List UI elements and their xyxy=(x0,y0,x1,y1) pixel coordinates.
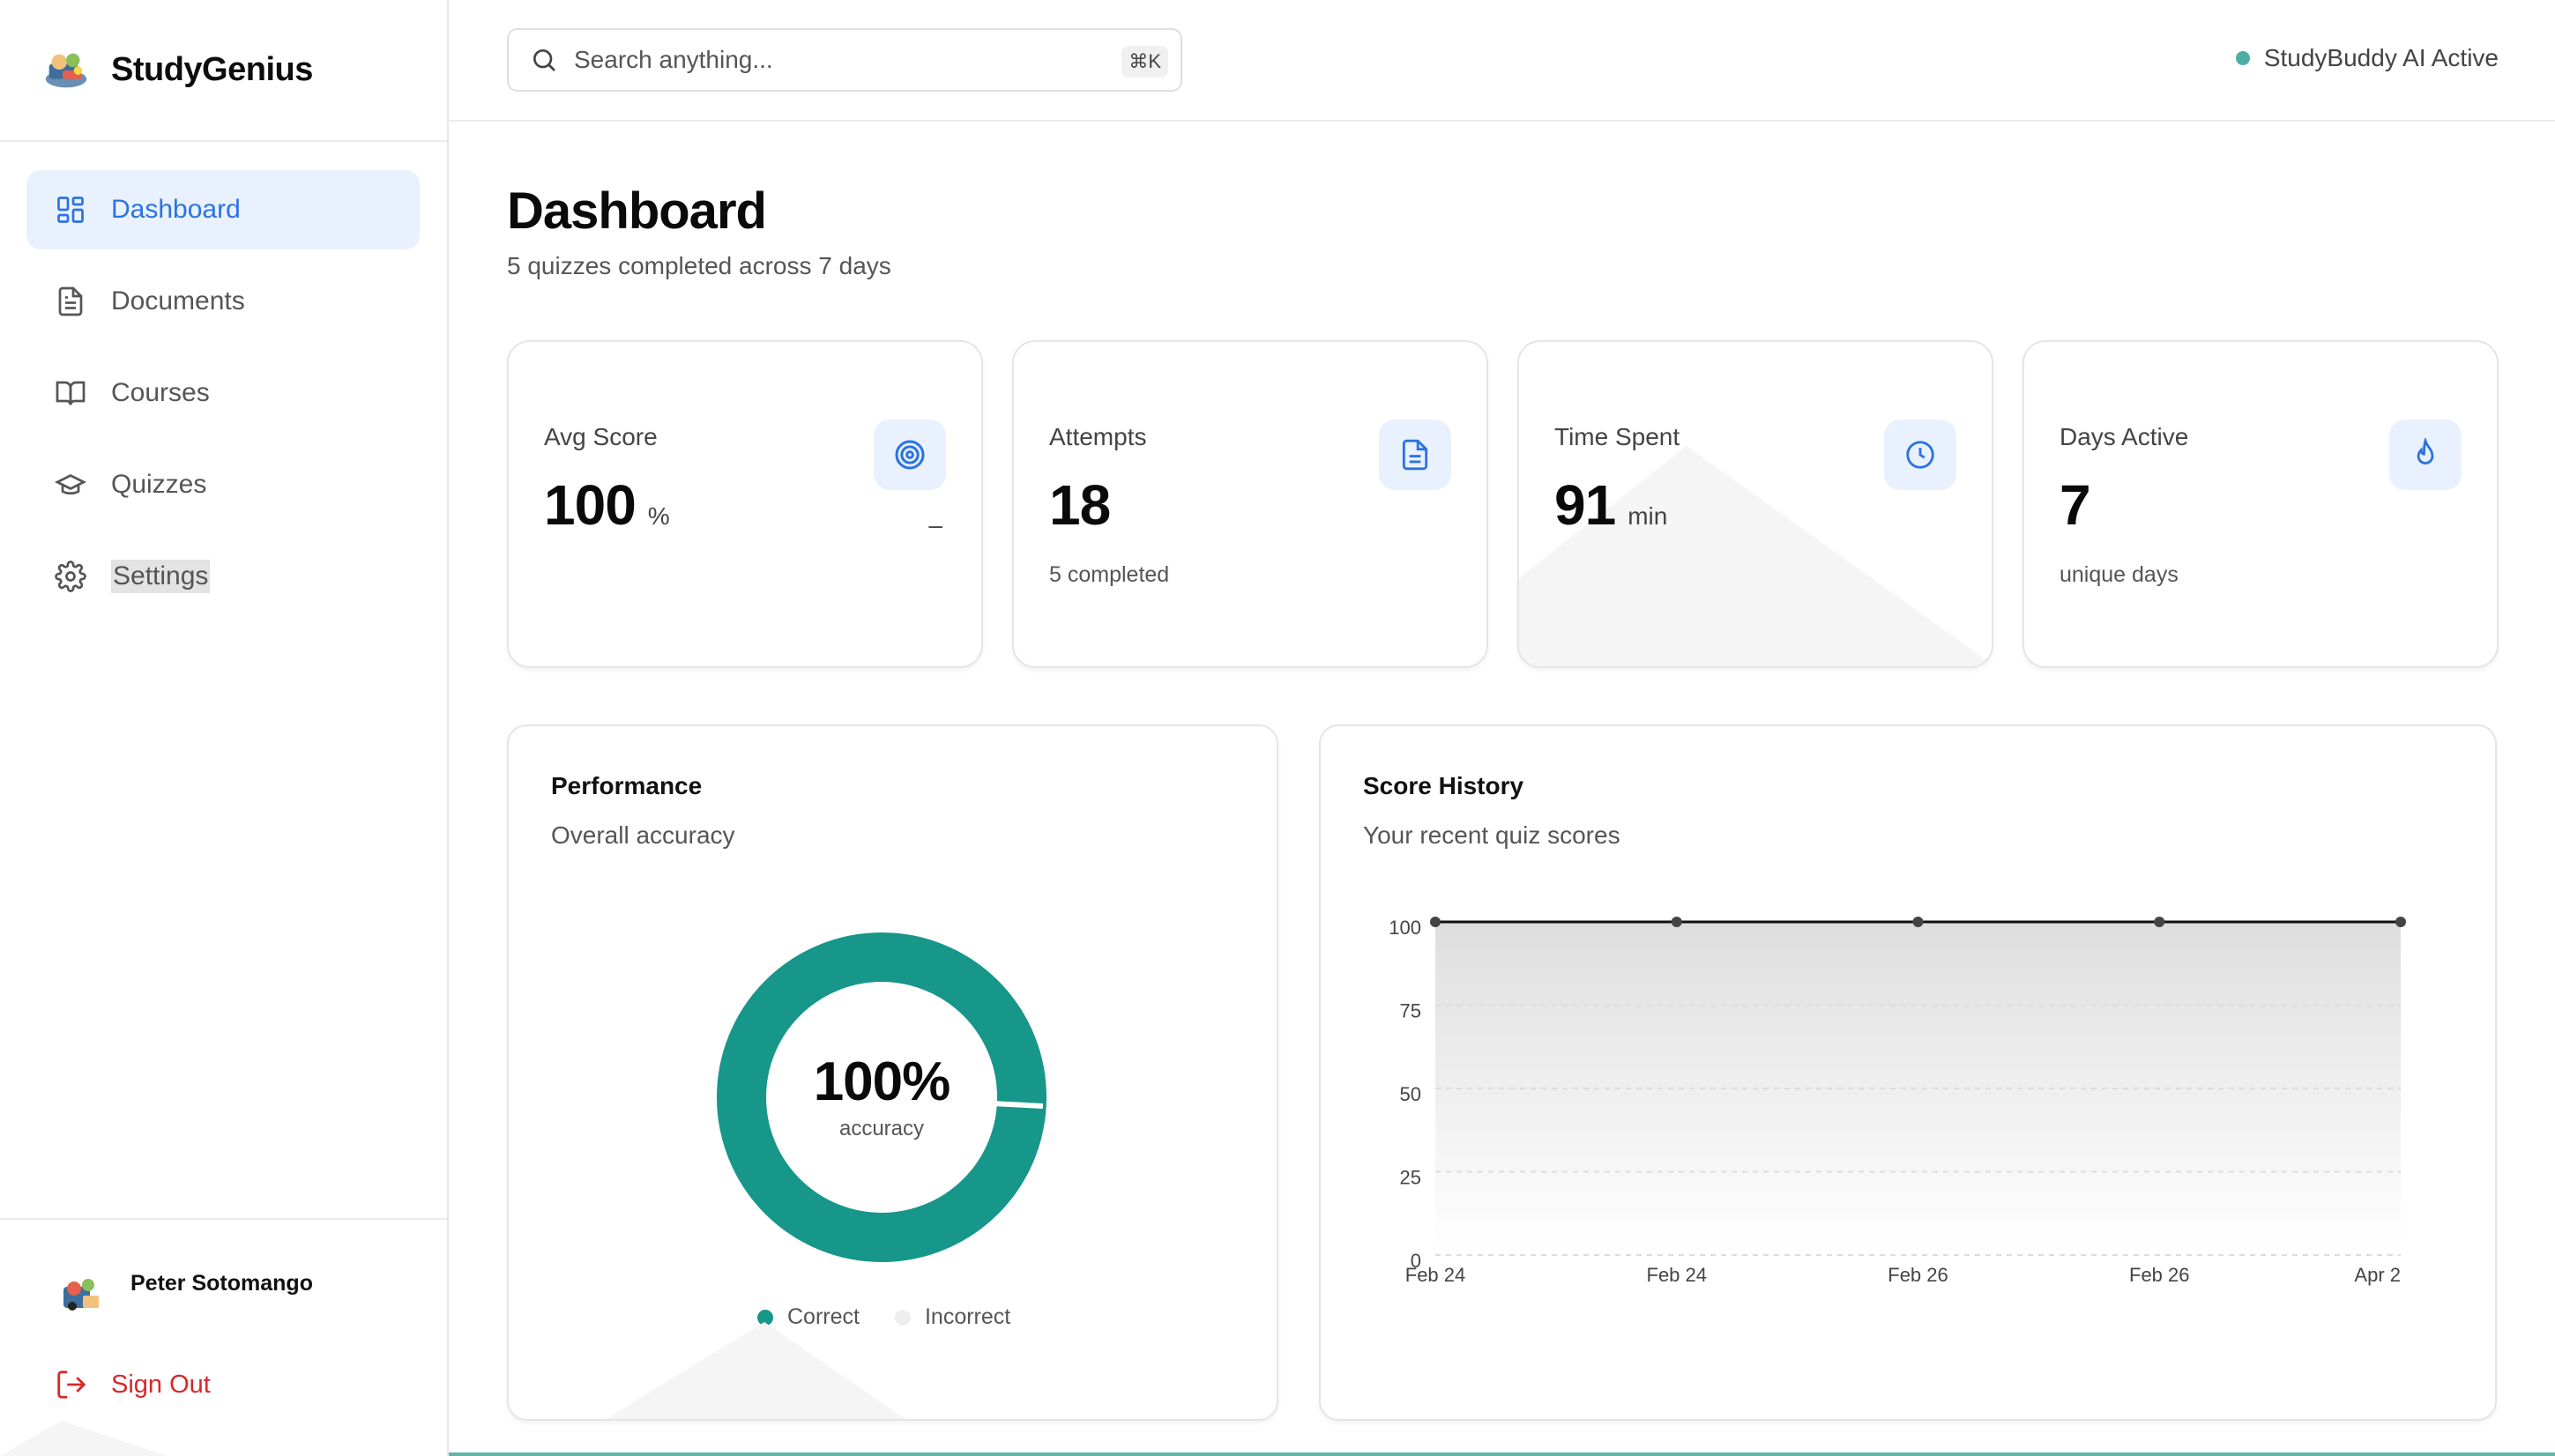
main-content: Dashboard 5 quizzes completed across 7 d… xyxy=(449,123,2555,1456)
score-history-subtitle: Your recent quiz scores xyxy=(1363,821,1620,849)
stat-unit: % xyxy=(647,502,670,530)
stat-label: Attempts xyxy=(1049,423,1147,450)
x-tick-label: Feb 26 xyxy=(2129,1264,2190,1286)
search-input[interactable]: Search anything... ⌘K xyxy=(507,28,1182,92)
top-bar: Search anything... ⌘K StudyBuddy AI Acti… xyxy=(449,0,2555,122)
y-tick-label: 25 xyxy=(1400,1167,1421,1189)
stat-number: 91 xyxy=(1554,473,1616,537)
y-tick-label: 50 xyxy=(1400,1083,1421,1105)
chart-data-point xyxy=(1430,917,1441,927)
x-tick-label: Apr 2 xyxy=(2354,1264,2401,1286)
sidebar-item-dashboard[interactable]: Dashboard xyxy=(26,170,420,249)
x-tick-label: Feb 24 xyxy=(1405,1264,1466,1286)
stat-label: Avg Score xyxy=(544,423,658,450)
sidebar-item-label: Documents xyxy=(111,286,245,316)
accuracy-label: accuracy xyxy=(838,1116,925,1140)
stat-label: Days Active xyxy=(2060,423,2189,450)
sign-out-icon xyxy=(57,1371,86,1399)
search-shortcut-badge: ⌘K xyxy=(1121,46,1168,78)
stat-card-attempts: Attempts 18 5 completed xyxy=(1012,340,1488,668)
stat-card-avg-score: Avg Score 100 % – xyxy=(507,340,983,668)
sidebar-item-label: Courses xyxy=(111,378,210,407)
stat-label: Time Spent xyxy=(1554,423,1680,450)
donut-center-label: 100% accuracy xyxy=(717,932,1047,1262)
accuracy-value: 100% xyxy=(813,1051,951,1112)
search-icon xyxy=(533,49,555,71)
performance-title: Performance xyxy=(551,772,703,799)
y-tick-label: 75 xyxy=(1400,1000,1421,1022)
document-icon xyxy=(55,286,86,317)
x-tick-label: Feb 24 xyxy=(1647,1264,1708,1286)
graduation-cap-icon xyxy=(55,469,86,501)
x-tick-label: Feb 26 xyxy=(1888,1264,1948,1286)
chart-area-fill xyxy=(1435,922,2401,1255)
sidebar-item-label: Dashboard xyxy=(111,195,241,224)
score-history-chart: 0255075100Feb 24 Feb 24 Feb 26 Feb 26 Apr 2 xyxy=(1389,917,2406,1286)
sidebar-item-documents[interactable]: Documents xyxy=(26,262,420,341)
brand-header: StudyGenius xyxy=(0,0,447,142)
sidebar-footer: Peter Sotomango Sign Out xyxy=(0,1218,447,1456)
decorative-shape xyxy=(0,1421,168,1456)
chart-data-point xyxy=(2154,917,2165,927)
performance-subtitle: Overall accuracy xyxy=(551,821,735,849)
user-profile[interactable]: Peter Sotomango xyxy=(58,1266,313,1317)
dashboard-icon xyxy=(55,194,86,226)
avatar xyxy=(63,1279,99,1311)
stat-card-time-spent: Time Spent 91 min xyxy=(1517,340,1993,668)
score-history-title: Score History xyxy=(1363,772,1524,799)
page-subtitle: 5 quizzes completed across 7 days xyxy=(507,252,891,279)
stat-unit: min xyxy=(1628,502,1668,530)
file-text-icon xyxy=(1379,420,1451,490)
performance-card: Performance Overall accuracy 100% accura… xyxy=(507,724,1278,1421)
stat-subtext: unique days xyxy=(2060,562,2179,587)
brand-name: StudyGenius xyxy=(111,51,313,88)
stat-number: 7 xyxy=(2060,473,2091,537)
sidebar-item-courses[interactable]: Courses xyxy=(26,353,420,433)
flame-icon xyxy=(2389,420,2462,490)
sidebar-item-label: Quizzes xyxy=(111,470,207,499)
chart-data-point xyxy=(1671,917,1682,927)
ai-status-label: StudyBuddy AI Active xyxy=(2263,44,2499,71)
search-placeholder: Search anything... xyxy=(574,46,773,73)
stat-number: 100 xyxy=(544,473,637,537)
sign-out-button[interactable]: Sign Out xyxy=(55,1368,211,1401)
stat-value: 91 min xyxy=(1554,472,1667,538)
stat-subtext: 5 completed xyxy=(1049,562,1170,587)
sidebar-item-quizzes[interactable]: Quizzes xyxy=(26,445,420,524)
status-dot-icon xyxy=(2235,51,2250,65)
stat-number: 18 xyxy=(1049,473,1111,537)
legend-label: Incorrect xyxy=(924,1304,1011,1329)
bottom-accent-bar xyxy=(449,1452,2555,1456)
sign-out-label: Sign Out xyxy=(111,1370,211,1399)
user-name: Peter Sotomango xyxy=(130,1271,313,1296)
y-tick-label: 100 xyxy=(1389,917,1421,939)
studygenius-logo[interactable] xyxy=(41,45,92,96)
page-title: Dashboard xyxy=(507,182,767,240)
ai-status: StudyBuddy AI Active xyxy=(2235,44,2499,72)
book-icon xyxy=(55,377,86,409)
chart-data-point xyxy=(1912,917,1924,927)
stat-trend: – xyxy=(928,511,942,539)
decorative-shape xyxy=(606,1322,905,1419)
score-history-card: Score History Your recent quiz scores 02… xyxy=(1319,724,2497,1421)
sidebar-nav: Dashboard Documents Courses Quizzes Sett… xyxy=(26,170,420,628)
stat-value: 7 xyxy=(2060,472,2091,538)
stat-card-days-active: Days Active 7 unique days xyxy=(2022,340,2499,668)
target-icon xyxy=(874,420,946,490)
sidebar: StudyGenius Dashboard Documents Courses … xyxy=(0,0,449,1456)
sidebar-item-label: Settings xyxy=(111,560,211,593)
chart-data-point xyxy=(2395,917,2406,927)
legend-item-incorrect[interactable]: Incorrect xyxy=(894,1304,1011,1330)
stat-value: 18 xyxy=(1049,472,1111,538)
stat-value: 100 % xyxy=(544,472,670,538)
clock-icon xyxy=(1884,420,1956,490)
sidebar-item-settings[interactable]: Settings xyxy=(26,537,420,616)
gear-icon xyxy=(55,561,86,592)
accuracy-donut-chart: 100% accuracy xyxy=(717,932,1047,1262)
